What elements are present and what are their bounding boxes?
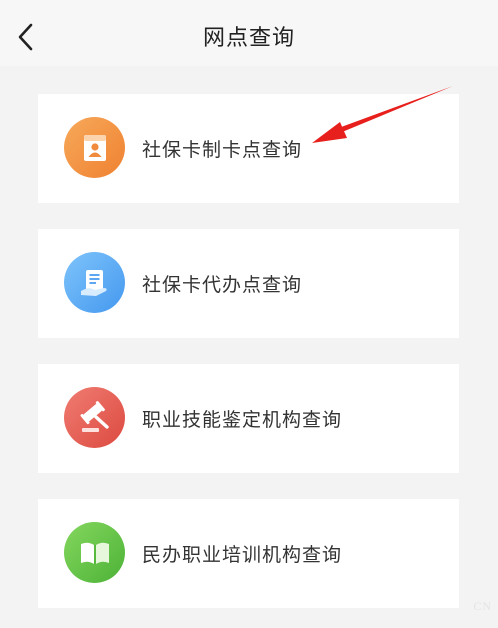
list-item-skill-appraisal[interactable]: 职业技能鉴定机构查询	[38, 364, 459, 473]
list-item-label: 社保卡代办点查询	[142, 274, 303, 296]
open-book-icon	[64, 522, 125, 583]
gavel-icon	[64, 387, 125, 448]
id-card-icon	[64, 117, 125, 178]
watermark: CN	[473, 599, 492, 613]
list-item-label: 社保卡制卡点查询	[142, 139, 303, 161]
page-title: 网点查询	[202, 26, 295, 51]
document-hand-icon	[64, 252, 125, 313]
list-item-label: 职业技能鉴定机构查询	[142, 409, 343, 431]
list-item-private-training[interactable]: 民办职业培训机构查询	[38, 499, 459, 608]
list-item-card-issuance[interactable]: 社保卡制卡点查询	[38, 94, 459, 203]
list-item-label: 民办职业培训机构查询	[142, 544, 343, 566]
nav-bar: 网点查询	[0, 0, 498, 66]
list-item-agency[interactable]: 社保卡代办点查询	[38, 229, 459, 338]
